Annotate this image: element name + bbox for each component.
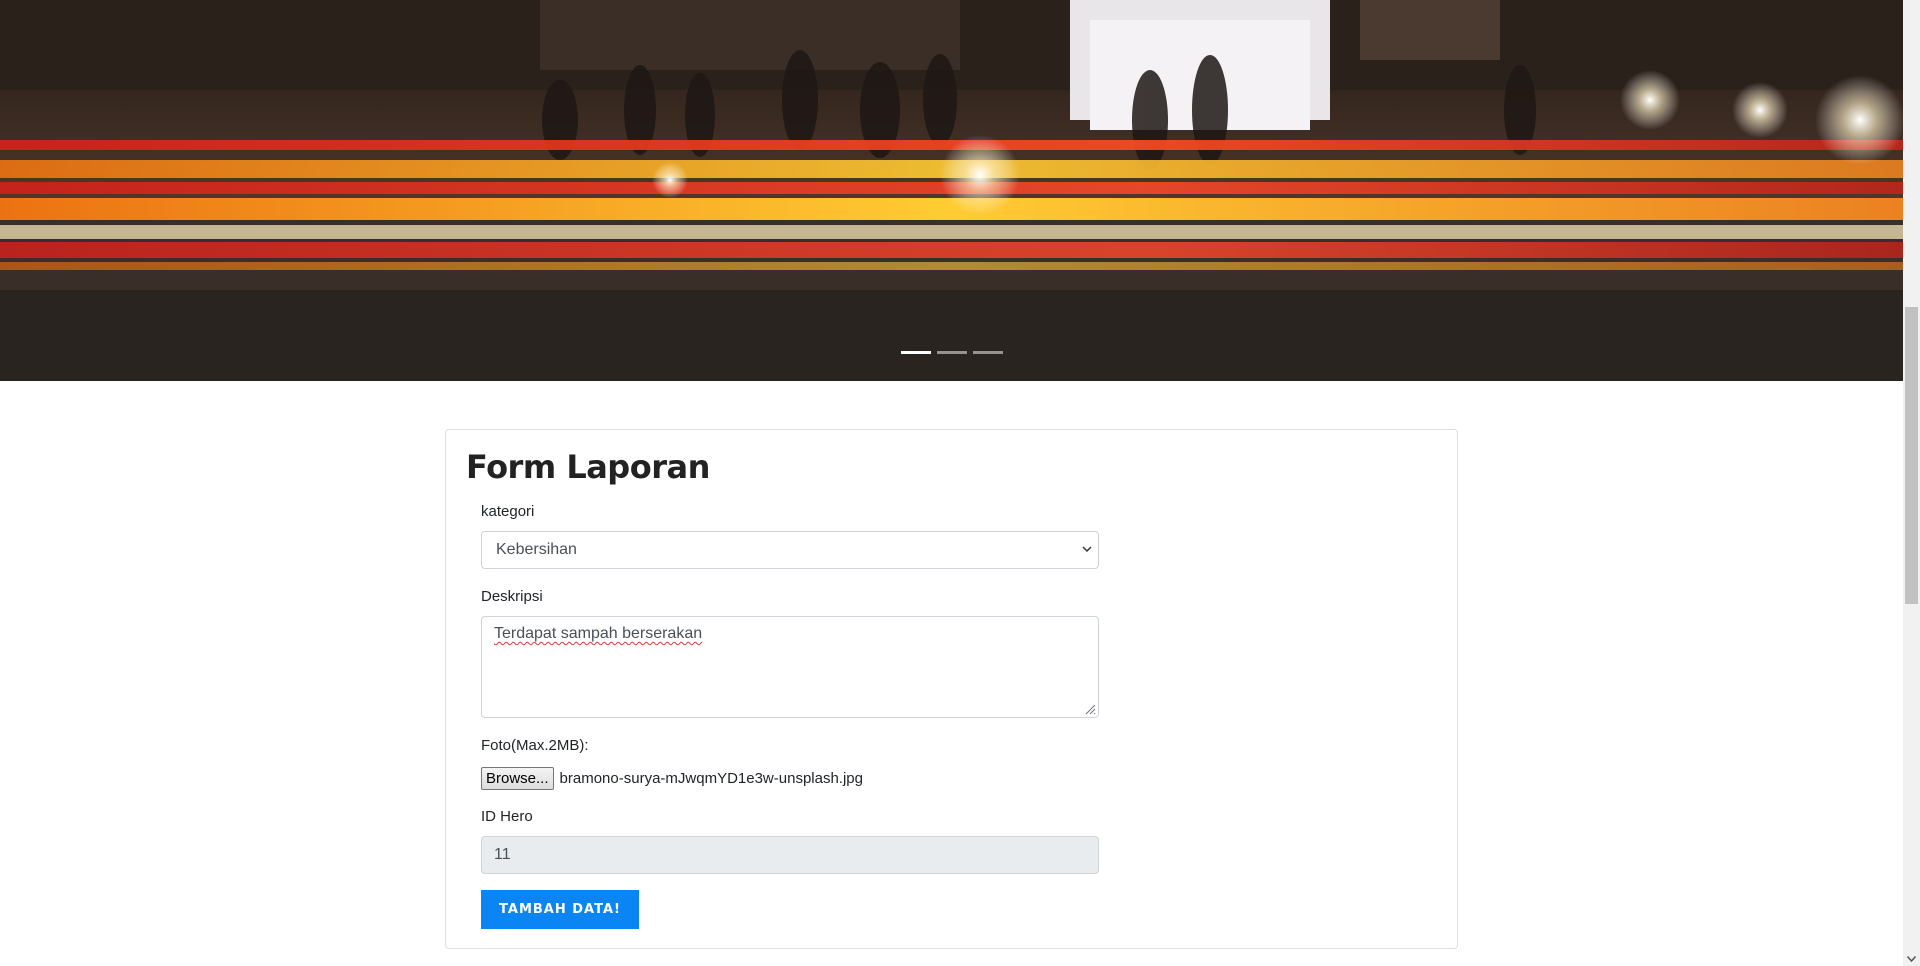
kategori-select[interactable]: Kebersihan	[481, 531, 1099, 569]
deskripsi-text: Terdapat sampah berserakan	[494, 625, 703, 642]
carousel-indicators	[0, 351, 1903, 354]
hero-image	[0, 0, 1903, 381]
scroll-down-arrow-icon[interactable]	[1907, 956, 1916, 962]
page: Form Laporan kategori Kebersihan Deskrip…	[0, 0, 1903, 966]
resize-grip-icon[interactable]	[1084, 703, 1096, 715]
file-input[interactable]: Browse... bramono-surya-mJwqmYD1e3w-unsp…	[481, 767, 863, 790]
scrollbar-thumb[interactable]	[1905, 307, 1918, 604]
submit-button[interactable]: TAMBAH DATA!	[481, 890, 639, 929]
hero-carousel[interactable]	[0, 0, 1903, 381]
kategori-label: kategori	[481, 503, 535, 520]
file-name: bramono-surya-mJwqmYD1e3w-unsplash.jpg	[559, 770, 863, 787]
form-card: Form Laporan kategori Kebersihan Deskrip…	[445, 429, 1458, 949]
deskripsi-label: Deskripsi	[481, 588, 543, 605]
idhero-field: 11	[481, 836, 1099, 874]
foto-label: Foto(Max.2MB):	[481, 737, 589, 754]
carousel-indicator-1[interactable]	[900, 351, 931, 354]
chevron-down-icon	[1082, 546, 1092, 553]
carousel-indicator-2[interactable]	[936, 351, 967, 354]
form-title: Form Laporan	[466, 448, 710, 486]
idhero-label: ID Hero	[481, 808, 533, 825]
carousel-indicator-3[interactable]	[972, 351, 1003, 354]
deskripsi-textarea[interactable]: Terdapat sampah berserakan	[481, 616, 1099, 718]
browse-button[interactable]: Browse...	[481, 767, 554, 790]
idhero-value: 11	[494, 846, 511, 863]
page-scrollbar[interactable]	[1903, 0, 1920, 966]
kategori-selected-value: Kebersihan	[496, 541, 577, 558]
